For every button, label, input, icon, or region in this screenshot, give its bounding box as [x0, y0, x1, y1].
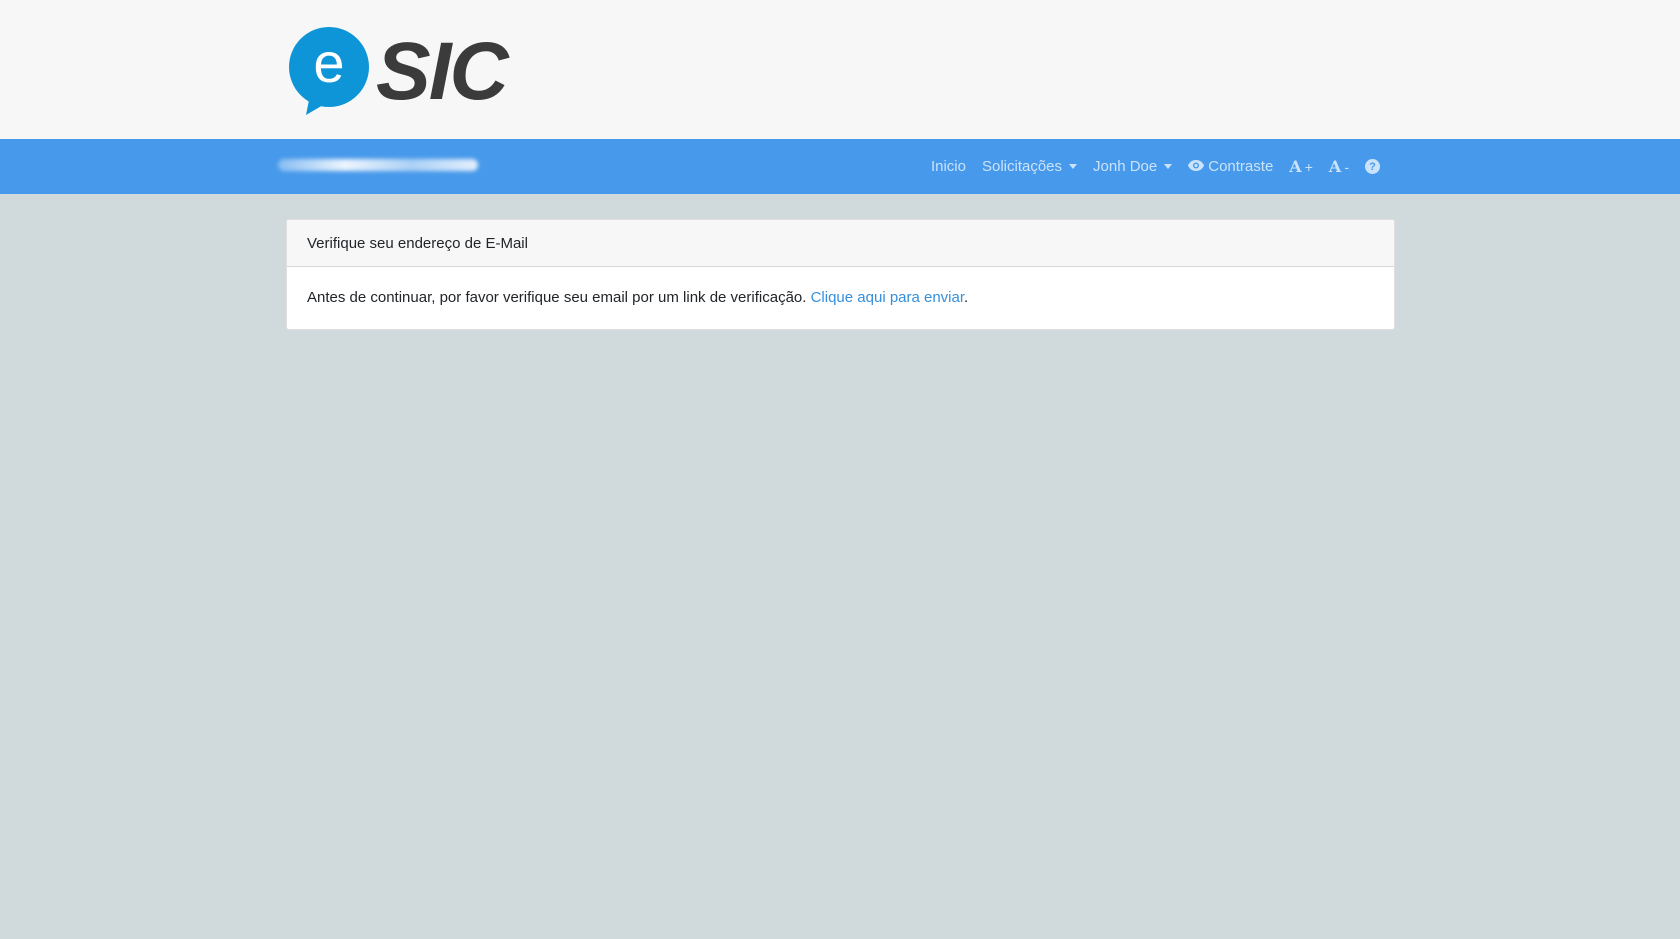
main-navbar: Inicio Solicitações Jonh Doe Contraste A…: [0, 139, 1680, 194]
nav-user-dropdown[interactable]: Jonh Doe: [1085, 158, 1180, 175]
resend-verification-link[interactable]: Clique aqui para enviar: [811, 289, 964, 306]
verify-email-card: Verifique seu endereço de E-Mail Antes d…: [286, 219, 1395, 330]
card-body-text: Antes de continuar, por favor verifique …: [307, 289, 811, 306]
question-circle-icon: ?: [1365, 159, 1380, 174]
caret-down-icon: [1164, 164, 1173, 169]
nav-home-label: Inicio: [930, 158, 966, 175]
navbar-brand-blurred[interactable]: [278, 159, 478, 171]
nav-requests-dropdown[interactable]: Solicitações: [974, 158, 1085, 175]
font-increase-icon: A: [1289, 157, 1302, 176]
eye-icon: [1188, 158, 1205, 175]
nav-requests-label: Solicitações: [981, 158, 1063, 175]
nav-contrast-label: Contraste: [1208, 158, 1274, 175]
caret-down-icon: [1069, 164, 1078, 169]
speech-bubble-icon: e: [288, 27, 370, 117]
card-body: Antes de continuar, por favor verifique …: [287, 267, 1394, 328]
nav-home-link[interactable]: Inicio: [923, 158, 974, 175]
font-increase-sign: +: [1304, 158, 1313, 175]
nav-items: Inicio Solicitações Jonh Doe Contraste A…: [923, 139, 1388, 194]
logo-text: SIC: [376, 26, 509, 117]
help-button[interactable]: ?: [1357, 159, 1388, 174]
font-decrease-sign: -: [1344, 158, 1349, 175]
font-increase-button[interactable]: A +: [1281, 157, 1321, 176]
logo-letter: e: [313, 31, 345, 94]
font-decrease-button[interactable]: A -: [1321, 157, 1357, 176]
font-decrease-icon: A: [1328, 157, 1342, 176]
nav-contrast-toggle[interactable]: Contraste: [1180, 158, 1281, 175]
top-header: e SIC: [0, 0, 1680, 139]
card-body-period: .: [964, 289, 969, 306]
card-header: Verifique seu endereço de E-Mail: [287, 220, 1394, 267]
nav-user-label: Jonh Doe: [1093, 158, 1158, 175]
esic-logo[interactable]: e SIC: [288, 26, 518, 118]
